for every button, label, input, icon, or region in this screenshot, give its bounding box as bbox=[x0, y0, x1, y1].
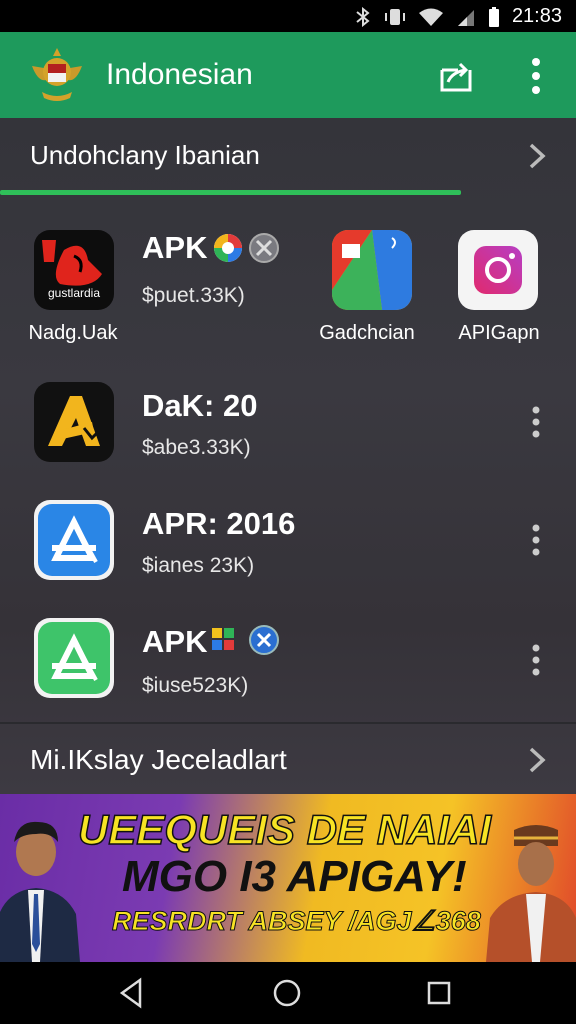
close-badge-icon bbox=[249, 625, 279, 655]
bluetooth-icon bbox=[356, 6, 370, 27]
app-label[interactable]: Gadchcian bbox=[302, 322, 432, 345]
green-a-icon bbox=[38, 622, 110, 694]
app-icon-apk[interactable] bbox=[34, 618, 114, 698]
more-vert-icon[interactable] bbox=[524, 640, 548, 680]
banner-subheadline: MGO I3 APIGAY! bbox=[122, 852, 467, 901]
list-item-subtitle: $ianes 23K) bbox=[142, 554, 255, 577]
main-content: Undohclany Ibanian gustlardia Nadg.Uak A… bbox=[0, 118, 576, 794]
colorwheel-badge-icon bbox=[214, 234, 242, 262]
list-item-title: APR: 2016 bbox=[142, 506, 296, 541]
chevron-right-icon[interactable] bbox=[526, 746, 548, 774]
status-bar: 21:83 bbox=[0, 0, 576, 32]
app-label[interactable]: APIGapn bbox=[434, 322, 564, 345]
more-vert-icon[interactable] bbox=[524, 520, 548, 560]
grid-badge-icon bbox=[212, 628, 234, 650]
app-icon-gadchcian[interactable] bbox=[332, 230, 412, 310]
app-label[interactable]: Nadg.Uak bbox=[8, 322, 138, 345]
progress-bar bbox=[0, 190, 576, 195]
more-vert-icon[interactable] bbox=[524, 402, 548, 442]
banner-tagline: RESRDRT ABSEY /AGJ∠368 bbox=[112, 906, 482, 937]
battery-icon bbox=[488, 6, 499, 27]
banner-headline: UEEQUEIS DE NAIAI bbox=[77, 805, 492, 854]
section-header-top[interactable]: Undohclany Ibanian bbox=[0, 118, 576, 194]
camera-app-icon bbox=[474, 246, 522, 294]
wifi-icon bbox=[418, 8, 443, 26]
system-nav-bar bbox=[0, 962, 576, 1024]
gadchcian-icon bbox=[332, 230, 412, 310]
appstore-icon bbox=[38, 504, 110, 576]
list-item-subtitle: $iuse523K) bbox=[142, 674, 249, 697]
featured-title: APK bbox=[142, 230, 208, 265]
list-item-title: DaK: 20 bbox=[142, 388, 258, 423]
section-title: Mi.IKslay Jeceladlart bbox=[30, 744, 287, 775]
app-icon-dak[interactable] bbox=[34, 382, 114, 462]
share-icon[interactable] bbox=[436, 56, 476, 96]
app-icon-gustlardia[interactable]: gustlardia bbox=[34, 230, 114, 310]
emblem-logo bbox=[32, 48, 82, 101]
signal-icon bbox=[457, 9, 474, 26]
list-item-subtitle: $abe3.33K) bbox=[142, 436, 251, 459]
featured-subtitle: $puet.33K) bbox=[142, 284, 245, 307]
icon-caption: gustlardia bbox=[47, 286, 101, 300]
chevron-right-icon[interactable] bbox=[526, 142, 548, 170]
letter-a-icon bbox=[48, 396, 100, 446]
app-bar: Indonesian bbox=[0, 32, 576, 118]
app-title: Indonesian bbox=[106, 58, 253, 91]
app-icon-apr[interactable] bbox=[34, 500, 114, 580]
promo-banner[interactable]: UEEQUEIS DE NAIAI MGO I3 APIGAY! RESRDRT… bbox=[0, 794, 576, 962]
home-icon[interactable] bbox=[270, 976, 304, 1010]
list-item-title: APK bbox=[142, 624, 208, 659]
gear-badge-icon bbox=[249, 233, 279, 263]
section-header-bottom[interactable]: Mi.IKslay Jeceladlart bbox=[0, 724, 576, 800]
man-right-figure bbox=[486, 825, 576, 962]
vibrate-icon bbox=[384, 8, 405, 25]
back-icon[interactable] bbox=[114, 976, 148, 1010]
more-vert-icon[interactable] bbox=[520, 54, 552, 98]
progress-fill bbox=[0, 190, 461, 195]
recents-icon[interactable] bbox=[422, 976, 456, 1010]
status-time: 21:83 bbox=[511, 5, 562, 27]
section-title: Undohclany Ibanian bbox=[30, 140, 260, 170]
app-icon-apigapn[interactable] bbox=[458, 230, 538, 310]
